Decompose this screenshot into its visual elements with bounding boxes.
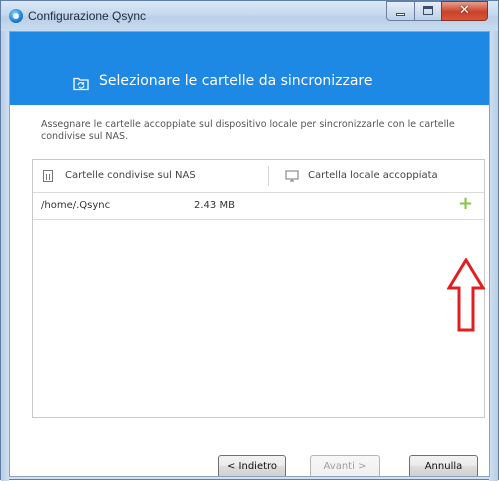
minimize-button[interactable] [386, 1, 414, 21]
title-bar[interactable]: Configurazione Qsync ✕ [1, 1, 498, 31]
qsync-app-icon [9, 9, 23, 23]
back-button[interactable]: < Indietro [218, 455, 286, 476]
minimize-icon [396, 13, 405, 16]
up-arrow-outline-icon [447, 258, 485, 332]
window-frame-left [1, 31, 9, 481]
instructions-text: Assegnare le cartelle accoppiate sul dis… [41, 119, 455, 142]
close-button[interactable]: ✕ [441, 1, 488, 21]
column-header-nas: Cartelle condivise sul NAS [65, 170, 196, 181]
window-frame-right [489, 31, 498, 481]
folder-sync-icon [73, 77, 89, 91]
table-header: Cartelle condivise sul NAS Cartella loca… [33, 160, 484, 193]
nas-folder-path: /home/.Qsync [41, 200, 111, 211]
table-row[interactable]: /home/.Qsync 2.43 MB + [33, 193, 484, 220]
banner-title: Selezionare le cartelle da sincronizzare [99, 73, 373, 89]
dialog-content: Selezionare le cartelle da sincronizzare… [9, 31, 490, 477]
monitor-icon [285, 170, 299, 182]
folder-pair-table: Cartelle condivise sul NAS Cartella loca… [32, 159, 485, 418]
column-divider[interactable] [268, 166, 269, 186]
window-title: Configurazione Qsync [28, 9, 147, 23]
maximize-icon [423, 6, 433, 15]
dialog-window: Configurazione Qsync ✕ Selezionare le ca… [0, 0, 499, 481]
next-button[interactable]: Avanti > [310, 455, 380, 476]
plus-icon[interactable]: + [458, 194, 473, 214]
header-banner: Selezionare le cartelle da sincronizzare [10, 32, 489, 105]
close-icon: ✕ [459, 3, 470, 18]
nas-icon [43, 170, 53, 182]
column-header-local: Cartella locale accoppiata [308, 170, 438, 181]
cancel-button[interactable]: Annulla [409, 455, 478, 476]
folder-size: 2.43 MB [194, 200, 235, 211]
maximize-button[interactable] [414, 1, 441, 21]
